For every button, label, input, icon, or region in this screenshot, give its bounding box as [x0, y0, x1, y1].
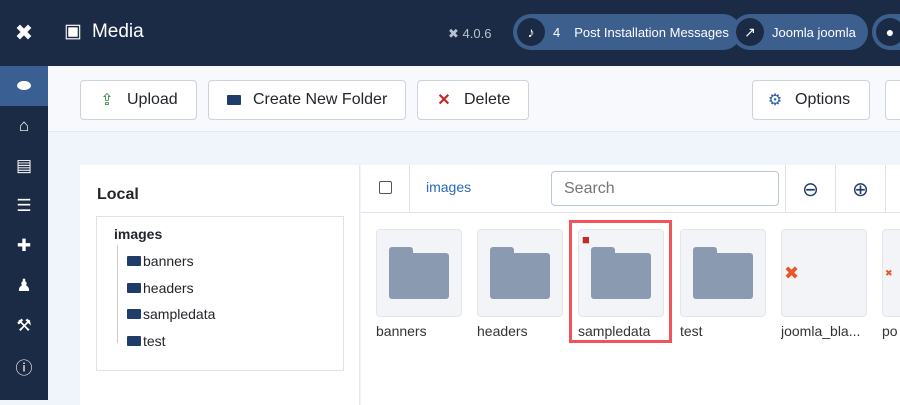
folder-icon: [227, 95, 241, 105]
external-link-icon: ↗: [736, 18, 764, 46]
folder-item[interactable]: headers: [477, 229, 563, 339]
users-icon[interactable]: ♟: [0, 266, 48, 306]
folder-item[interactable]: banners: [376, 229, 462, 339]
toolbar: ⇪ Upload Create New Folder ✕ Delete ⚙ Optio…: [48, 66, 900, 132]
version: ✖ 4.0.6: [448, 26, 492, 41]
system-icon[interactable]: ⚒: [0, 306, 48, 346]
extensions-icon[interactable]: ✚: [0, 226, 48, 266]
tree-item[interactable]: banners: [127, 253, 194, 269]
help-button[interactable]: [885, 80, 900, 120]
bell-icon: ♪: [517, 18, 545, 46]
browser-toolbar: images ⊖ ⊕ ☰: [361, 165, 900, 213]
post-install-messages-button[interactable]: ♪ 4 Post Installation Messages: [513, 14, 741, 50]
folder-icon: [127, 283, 141, 293]
sidebar: ✖ ⬬ ⌂ ▤ ☰ ✚ ♟ ⚒ ⓘ: [0, 0, 48, 400]
zoom-out-icon[interactable]: ⊖: [785, 165, 835, 213]
image-item[interactable]: ✖ joomla_bla...: [781, 229, 867, 339]
folder-icon: [693, 247, 753, 299]
folder-item[interactable]: test: [680, 229, 766, 339]
content-icon[interactable]: ▤: [0, 146, 48, 186]
page-title: ▣ Media: [64, 20, 144, 43]
joomla-logo-thumbnail: ✖: [784, 262, 800, 283]
toggle-menu-icon[interactable]: ⬬: [0, 66, 48, 106]
delete-icon: ✕: [437, 92, 451, 109]
help-icon[interactable]: ⓘ: [0, 346, 48, 386]
upload-button[interactable]: ⇪ Upload: [80, 80, 197, 120]
tree-item[interactable]: test: [127, 333, 166, 349]
image-icon: ▣: [64, 21, 82, 42]
breadcrumb[interactable]: images: [426, 179, 471, 195]
joomla-logo-icon[interactable]: ✖: [0, 0, 48, 66]
folder-icon: [127, 336, 141, 346]
upload-icon: ⇪: [100, 92, 114, 109]
image-item[interactable]: ✖ po: [882, 229, 900, 339]
site-link-button[interactable]: ↗ Joomla joomla: [732, 14, 868, 50]
folder-tree: images banners headers sampledata test: [96, 216, 344, 371]
image-thumbnail: ✖: [885, 267, 893, 278]
options-button[interactable]: ⚙ Options: [752, 80, 870, 120]
disk-heading: Local: [97, 186, 139, 203]
gear-icon: ⚙: [767, 92, 783, 109]
header: ▣ Media ✖ 4.0.6 ♪ 4 Post Installation Messa…: [48, 0, 900, 66]
select-all-checkbox[interactable]: [379, 181, 392, 194]
tree-root[interactable]: images: [114, 226, 162, 242]
folder-icon: [127, 256, 141, 266]
search-input[interactable]: [551, 171, 779, 206]
selection-highlight: [569, 220, 672, 343]
tree-item[interactable]: headers: [127, 280, 194, 296]
folder-icon: [490, 247, 550, 299]
user-menu-button[interactable]: ●: [872, 14, 900, 50]
user-icon: ●: [876, 18, 900, 46]
tree-item[interactable]: sampledata: [127, 306, 215, 322]
folder-icon: [389, 247, 449, 299]
home-icon[interactable]: ⌂: [0, 106, 48, 146]
menus-icon[interactable]: ☰: [0, 186, 48, 226]
list-view-icon[interactable]: ☰: [885, 165, 900, 213]
create-folder-button[interactable]: Create New Folder: [208, 80, 407, 120]
zoom-in-icon[interactable]: ⊕: [835, 165, 885, 213]
delete-button[interactable]: ✕ Delete: [417, 80, 530, 120]
divider: [409, 165, 410, 213]
folder-tree-panel: Local images banners headers sampledata …: [80, 165, 360, 405]
folder-icon: [127, 309, 141, 319]
tree-line: [117, 245, 118, 343]
